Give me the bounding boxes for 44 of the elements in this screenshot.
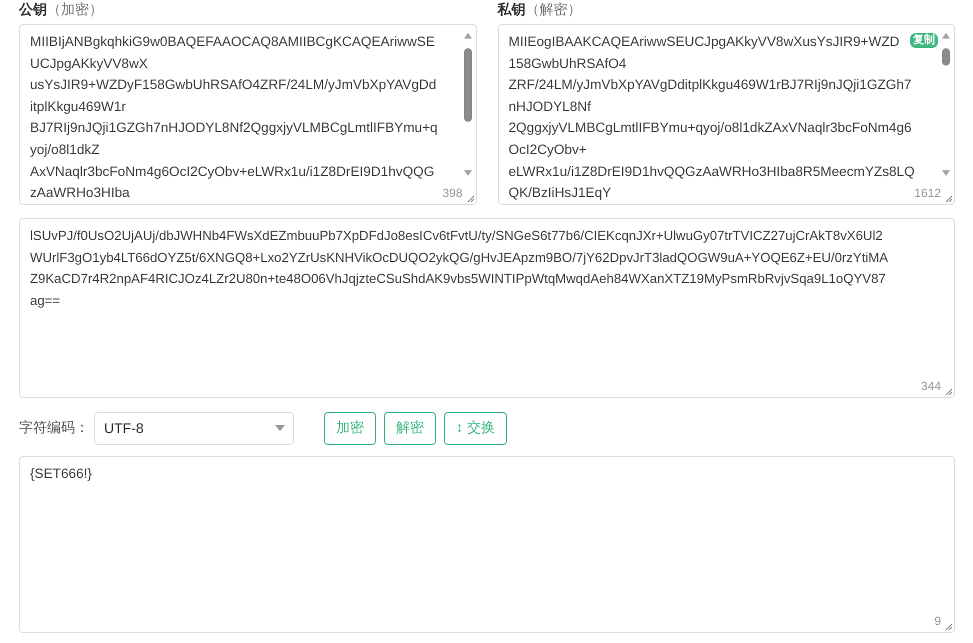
key-textarea[interactable] [498, 24, 955, 205]
plaintext-value: {SET666!} [30, 465, 92, 483]
key-text-line: MIIEogIBAAKCAQEAriwwSEUCJpgAKkyVV8wXusYsJIR9+WZD [508, 33, 900, 51]
resize-grip-icon[interactable] [945, 623, 953, 631]
character-count: 1612 [914, 186, 941, 200]
plaintext-textarea[interactable]: {SET666!} 9 [19, 456, 955, 633]
ciphertext-textarea[interactable] [19, 218, 955, 398]
key-text-line: OcI2CyObv+ [508, 140, 587, 159]
key-text-line: eLWRx1u/i1Z8DrEI9D1hvQQGzAaWRHo3HIba8R5MeecmYZs8LQ [508, 162, 915, 181]
caret-icon [275, 425, 285, 431]
character-count: 398 [442, 186, 462, 200]
key-text-line: MIIBIjANBgkqhkiG9w0BAQEFAAOCAQ8AMIIBCgKCAQEAriwwSE [30, 33, 435, 51]
key-text-line: usYsJIR9+WZDyF158GwbUhRSAfO4ZRF/24LM/yJmVbXpYAVgDd [30, 76, 436, 94]
encoding-select[interactable]: UTF-8 [94, 412, 294, 444]
character-count: 9 [934, 614, 941, 628]
field-hint: （加密） [47, 1, 103, 17]
resize-grip-icon[interactable] [945, 388, 953, 396]
field-hint: （解密） [526, 1, 582, 17]
copy-button[interactable]: 复制 [910, 33, 938, 48]
key-textarea[interactable] [19, 24, 476, 205]
key-text-line: ZRF/24LM/yJmVbXpYAVgDditplKkgu469W1rBJ7RIj9nJQji1GZGh7 [508, 76, 912, 94]
encoding-label: 字符编码： [19, 419, 89, 437]
key-text-line: 158GwbUhRSAfO4 [508, 54, 626, 73]
key-text-line: itplKkgu469W1r [30, 98, 126, 116]
ciphertext-line: lSUvPJ/f0UsO2UjAUj/dbJWHNb4FWsXdEZmbuuPb7XpDFdJo8esICv6tFvtU/ty/SNGeS6t77b6/CIEKcqnJXr+UlwuGy07trTVICZ27ujCrAkT8vX6Ul2 [30, 227, 883, 245]
key-text-line: BJ7RIj9nJQji1GZGh7nHJODYL8Nf2QggxjyVLMBCgLmtlIFBYmu+q [30, 119, 438, 138]
resize-grip-icon[interactable] [466, 195, 474, 203]
key-text-line: zAaWRHo3HIba [30, 184, 130, 202]
key-text-line: QK/BzIiHsJ1EqY [508, 184, 612, 202]
field-label: 私钥 [498, 1, 526, 17]
field-label: 公钥 [19, 1, 47, 17]
action-button[interactable]: ↕ 交换 [444, 412, 507, 444]
character-count: 344 [920, 379, 941, 393]
ciphertext-line: ag== [30, 292, 60, 310]
action-button[interactable]: 解密 [384, 412, 436, 444]
ciphertext-line: WUrlF3gO1yb4LT66dOYZ5t/6XNGQ8+Lxo2YZrUsKNHVikOcDUQO2ykQG/gHvJEApzm9BO/7jY62DpvJrT3ladQOGW9uA+YOQE6Z+EU/0rzYtiMA [30, 248, 888, 267]
resize-grip-icon[interactable] [945, 195, 953, 203]
action-button[interactable]: 加密 [324, 412, 376, 444]
ciphertext-line: Z9KaCD7r4R2npAF4RICJOz4LZr2U80n+te48O06VhJqjzteCSuShdAK9vbs5WINTIPpWtqMwqdAeh84WXanXTZ19MyPsmRbRvjvSqa9L1oQYV87 [30, 270, 886, 288]
key-text-line: AxVNaqlr3bcFoNm4g6OcI2CyObv+eLWRx1u/i1Z8DrEI9D1hvQQG [30, 162, 434, 181]
key-text-line: yoj/o8l1dkZ [30, 140, 100, 159]
key-text-line: nHJODYL8Nf [508, 98, 591, 116]
key-text-line: UCJpgAKkyVV8wX [30, 54, 148, 73]
key-text-line: 2QggxjyVLMBCgLmtlIFBYmu+qyoj/o8l1dkZAxVNaqlr3bcFoNm4g6 [508, 119, 912, 138]
